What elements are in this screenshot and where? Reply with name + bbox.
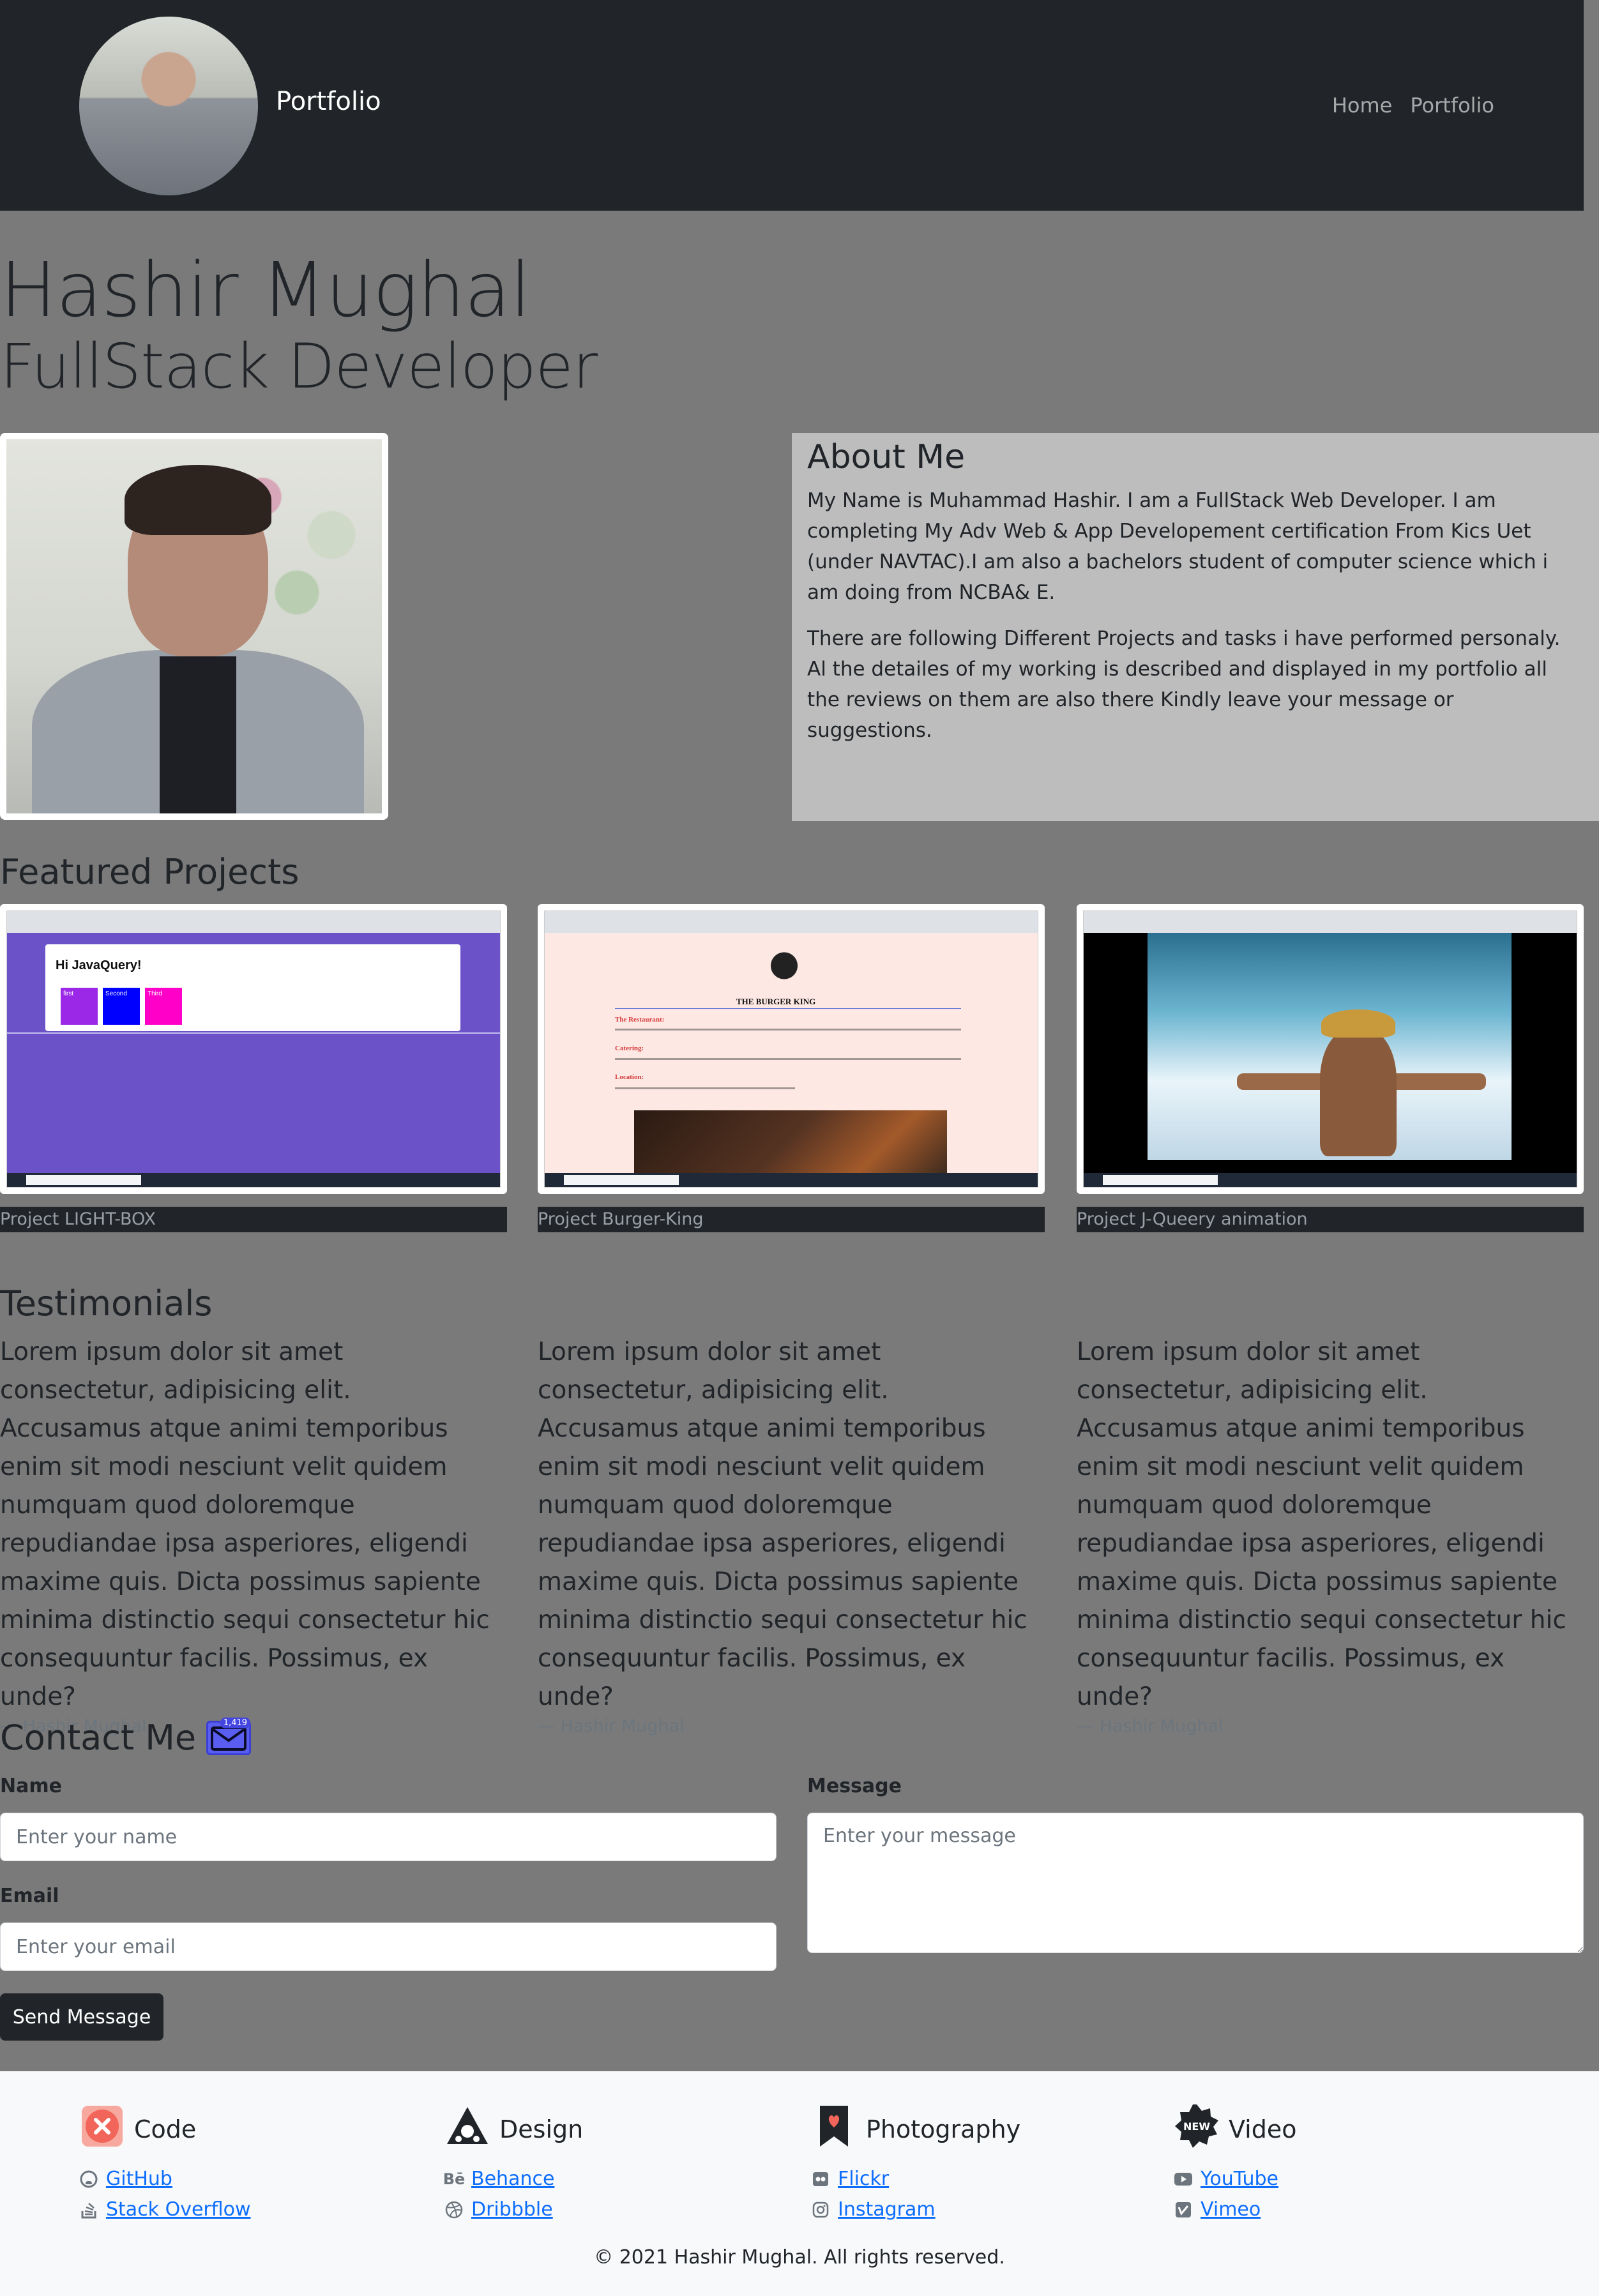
profile-photo	[0, 433, 388, 820]
project-caption: Project LIGHT-BOX	[0, 1207, 507, 1232]
bookmark-heart-icon	[811, 2103, 857, 2155]
about-paragraph: There are following Different Projects a…	[807, 627, 1561, 742]
mail-badge: 1,419	[220, 1717, 251, 1728]
mail-icon[interactable]: 1,419	[206, 1717, 252, 1755]
avatar[interactable]	[79, 17, 258, 195]
send-message-button[interactable]: Send Message	[0, 1993, 163, 2041]
email-input[interactable]	[0, 1922, 777, 1971]
project-card[interactable]: Hi JavaQuery! first Second Third Project…	[0, 904, 507, 1232]
footer-title: Photography	[866, 2115, 1021, 2143]
navbar: Portfolio Home Portfolio	[0, 0, 1584, 211]
footer-link-youtube[interactable]: YouTube	[1201, 2164, 1278, 2194]
screenshot-label: Location:	[615, 1073, 644, 1081]
testimonial: Lorem ipsum dolor sit amet consectetur, …	[0, 1333, 498, 1736]
footer-column-video: NEW Video YouTube Vimeo	[1174, 2103, 1296, 2225]
email-label: Email	[0, 1885, 59, 1907]
project-caption: Project J-Queery animation	[1077, 1207, 1584, 1232]
navbar-brand[interactable]: Portfolio	[276, 87, 381, 116]
taskbar	[545, 1173, 1038, 1187]
testimonial-text: Lorem ipsum dolor sit amet consectetur, …	[0, 1338, 490, 1711]
shirt	[160, 656, 236, 813]
stackoverflow-icon	[79, 2200, 98, 2219]
project-image[interactable]: Hi JavaQuery! first Second Third	[0, 904, 507, 1194]
browser-chrome	[545, 911, 1038, 933]
instagram-icon	[811, 2200, 830, 2219]
project-caption: Project Burger-King	[538, 1207, 1045, 1232]
project-card[interactable]: THE BURGER KING The Restaurant: Catering…	[538, 904, 1045, 1232]
hero-name: Hashir Mughal	[0, 246, 531, 334]
testimonial-author: — Hashir Mughal	[538, 1716, 685, 1736]
hair	[125, 465, 271, 535]
footer-link-stackoverflow[interactable]: Stack Overflow	[106, 2194, 251, 2225]
screenshot-box: Second	[103, 988, 140, 1025]
footer-link-instagram[interactable]: Instagram	[838, 2194, 936, 2225]
youtube-icon	[1174, 2170, 1193, 2189]
browser-chrome	[1084, 911, 1577, 933]
svg-text:NEW: NEW	[1183, 2120, 1210, 2133]
footer-link-behance[interactable]: Behance	[471, 2164, 554, 2194]
name-label: Name	[0, 1775, 62, 1797]
project-card[interactable]: Project J-Queery animation	[1077, 904, 1584, 1232]
name-input[interactable]	[0, 1813, 777, 1861]
footer-column-design: Design Bē Behance Dribbble	[443, 2103, 584, 2225]
testimonial-text: Lorem ipsum dolor sit amet consectetur, …	[538, 1338, 1027, 1711]
taskbar	[1084, 1173, 1577, 1187]
about-section: About Me My Name is Muhammad Hashir. I a…	[792, 433, 1599, 821]
projects-title: Featured Projects	[0, 852, 299, 892]
behance-icon: Bē	[443, 2170, 466, 2188]
about-title: About Me	[807, 438, 966, 476]
about-paragraph: My Name is Muhammad Hashir. I am a FullS…	[807, 489, 1549, 604]
message-textarea[interactable]	[807, 1813, 1584, 1953]
footer-link-dribbble[interactable]: Dribbble	[471, 2194, 553, 2225]
screenshot-label: Catering:	[615, 1045, 644, 1052]
message-label: Message	[807, 1775, 902, 1797]
github-icon	[79, 2170, 98, 2189]
nav-link-portfolio[interactable]: Portfolio	[1410, 93, 1494, 117]
contact-header: Contact Me 1,419	[0, 1717, 252, 1758]
copyright: © 2021 Hashir Mughal. All rights reserve…	[594, 2246, 1005, 2269]
screenshot-label: The Restaurant:	[615, 1016, 665, 1023]
testimonial-author: — Hashir Mughal	[1077, 1716, 1224, 1736]
taskbar	[7, 1173, 500, 1187]
screenshot-heading: Hi JavaQuery!	[56, 958, 142, 972]
screenshot-heading: THE BURGER KING	[736, 997, 816, 1006]
footer-title: Code	[134, 2115, 197, 2143]
footer-column-photography: Photography Flickr Instagram	[811, 2103, 1020, 2225]
browser-chrome	[7, 911, 500, 933]
vimeo-icon	[1174, 2200, 1193, 2219]
dribbble-icon	[444, 2200, 464, 2219]
footer-link-vimeo[interactable]: Vimeo	[1201, 2194, 1261, 2225]
new-badge-icon: NEW	[1174, 2103, 1220, 2155]
flickr-icon	[811, 2170, 830, 2189]
project-image[interactable]: THE BURGER KING The Restaurant: Catering…	[538, 904, 1045, 1194]
footer: Code GitHub Stack Overflow Design Bē Beh…	[0, 2071, 1599, 2296]
nav-link-home[interactable]: Home	[1332, 93, 1393, 117]
code-x-icon	[79, 2103, 125, 2155]
nav-links: Home Portfolio	[1332, 93, 1494, 117]
footer-title: Video	[1229, 2115, 1297, 2143]
footer-title: Design	[499, 2115, 584, 2143]
design-triangle-icon	[444, 2103, 490, 2155]
footer-link-github[interactable]: GitHub	[106, 2164, 172, 2194]
project-image[interactable]	[1077, 904, 1584, 1194]
screenshot-box: Third	[145, 988, 182, 1025]
testimonial: Lorem ipsum dolor sit amet consectetur, …	[1077, 1333, 1575, 1736]
testimonials-title: Testimonials	[0, 1283, 213, 1324]
burger-logo-icon	[755, 946, 813, 990]
testimonial-text: Lorem ipsum dolor sit amet consectetur, …	[1077, 1338, 1566, 1711]
footer-link-flickr[interactable]: Flickr	[838, 2164, 889, 2194]
scrollbar-track[interactable]	[1584, 0, 1599, 2071]
screenshot-box: first	[61, 988, 98, 1025]
footer-column-code: Code GitHub Stack Overflow	[79, 2103, 251, 2225]
hero-role: FullStack Developer	[0, 331, 598, 402]
contact-title: Contact Me	[0, 1718, 197, 1758]
testimonial: Lorem ipsum dolor sit amet consectetur, …	[538, 1333, 1036, 1736]
